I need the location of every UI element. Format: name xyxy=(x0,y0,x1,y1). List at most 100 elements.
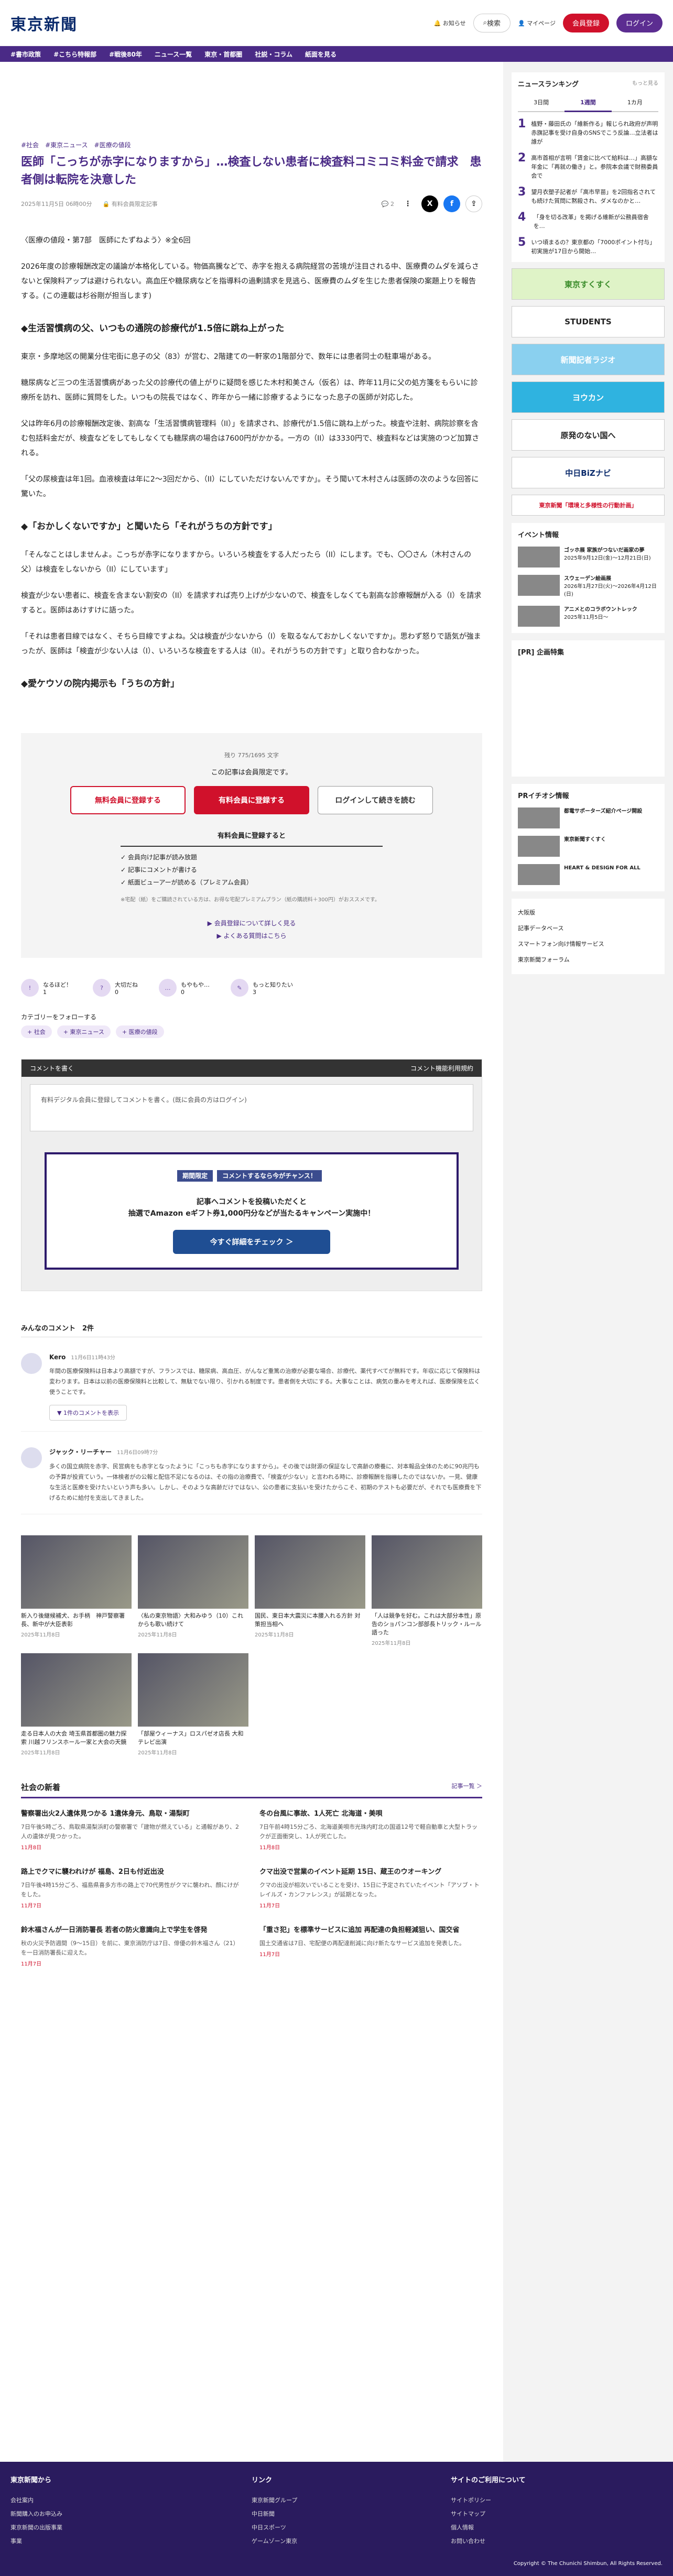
banner[interactable]: 新聞記者ラジオ xyxy=(512,344,665,375)
campaign-detail-button[interactable]: 今すぐ詳細をチェック ＞ xyxy=(173,1230,330,1254)
news-item[interactable]: 「重さ犯」を標準サービスに追加 再配達の負担軽減狙い、国交省 国土交通省は7日、宅… xyxy=(259,1925,482,1968)
reaction-button[interactable]: … もやもや… 0 xyxy=(159,979,210,997)
footer-link[interactable]: 東京新聞グループ xyxy=(252,2494,409,2507)
ranking-item[interactable]: 2 高市首相が言明「賃金に比べて給料は…」高額な年金に「再就の働き」と。参院本会議… xyxy=(518,152,658,180)
footer-link[interactable]: サイトマップ xyxy=(451,2507,526,2521)
photo-card[interactable]: 走る日本人の大会 埼玉県首都圏の魅力探索 川越フリンスホール一家と大会の天鏡 20… xyxy=(21,1653,132,1756)
footer-link[interactable]: 会社案内 xyxy=(10,2494,210,2507)
footer-link[interactable]: 新聞購入のお申込み xyxy=(10,2507,210,2521)
banner[interactable]: ヨウカン xyxy=(512,381,665,413)
nav-item[interactable]: 東京・首都圏 xyxy=(204,50,242,59)
sidebar-link[interactable]: 東京新聞フォーラム xyxy=(518,952,658,968)
paragraph: 検査が少ない患者に、検査を含まない割安の（II）を請求すれば売り上げが少ないので… xyxy=(21,592,482,615)
x-share-icon[interactable]: X xyxy=(421,195,438,212)
search-button[interactable]: ⌕ 検索 xyxy=(473,13,511,32)
paragraph: 父は昨年6月の診療報酬改定後、割高な「生活習慣病管理料（II）」を請求され、診療… xyxy=(21,420,480,457)
mypage-button[interactable]: 👤 マイページ xyxy=(518,19,556,27)
free-register-button[interactable]: 無料会員に登録する xyxy=(70,786,186,814)
footer-link[interactable]: サイトポリシー xyxy=(451,2494,526,2507)
event-item[interactable]: アニメとのコラボウントレック 2025年11月5日〜 xyxy=(518,606,658,627)
pr-item[interactable]: 都電サポーターズ紹介ページ開設 xyxy=(518,807,658,828)
nav-item[interactable]: ニュース一覧 xyxy=(155,50,192,59)
latest-news: 社会の新着 記事一覧 ＞ 警察署出火2人遺体見つかる 1遺体身元、鳥取・湯梨町 7日… xyxy=(21,1777,482,1968)
notification-button[interactable]: 🔔 お知らせ xyxy=(434,19,466,27)
news-item[interactable]: 路上でクマに襲われけが 福島、2日も付近出没 7日午後4時15分ごろ、福島県喜多方… xyxy=(21,1867,244,1909)
crumb[interactable]: #医療の値段 xyxy=(94,140,131,149)
ranking-tab[interactable]: 1カ月 xyxy=(611,94,658,112)
breadcrumb: #社会 #東京ニュース #医療の値段 xyxy=(21,140,482,149)
pr-item[interactable]: HEART & DESIGN FOR ALL xyxy=(518,864,658,885)
share-icon[interactable]: ⇪ xyxy=(465,195,482,212)
nav-item[interactable]: #書市政策 xyxy=(10,50,41,59)
footer-link[interactable]: 東京新聞の出版事業 xyxy=(10,2521,210,2535)
ranking-item[interactable]: 5 いつ頃まるの？東京都の「7000ポイント付与」初実施が17日から開始… xyxy=(518,237,658,256)
global-nav: #書市政策 #こちら特報部 #戦後80年 ニュース一覧 東京・首都圏 社説・コラ… xyxy=(0,46,673,62)
sidebar-link[interactable]: 記事データベース xyxy=(518,921,658,936)
news-item[interactable]: 鈴木福さんが一日消防署長 若者の防火意識向上で学生を啓発 秋の火災予防週間（9～1… xyxy=(21,1925,244,1968)
comment-rules-link[interactable]: コメント機能利用規約 xyxy=(410,1064,473,1073)
reaction-button[interactable]: ! なるほど！ 1 xyxy=(21,979,72,997)
subheading: ◆愛ケウソの院内掲示も「うちの方針」 xyxy=(21,679,180,689)
site-logo[interactable]: 東京新聞 xyxy=(10,12,78,35)
news-ranking: ニュースランキング もっと見る 3日間 1週間 1カ月 1 植野・藤田氏の「維新作る… xyxy=(512,72,665,262)
site-header: 東京新聞 🔔 お知らせ ⌕ 検索 👤 マイページ 会員登録 ログイン xyxy=(0,0,673,46)
login-continue-button[interactable]: ログインして続きを読む xyxy=(318,786,433,814)
banner[interactable]: 東京新聞「環境と多様性の行動計画」 xyxy=(512,495,665,516)
subheading: ◆「おかしくないですか」と聞いたら「それがうちの方針です」 xyxy=(21,521,277,532)
reaction-button[interactable]: ? 大切だね 0 xyxy=(93,979,138,997)
footer-link[interactable]: 中日スポーツ xyxy=(252,2521,409,2535)
footer-link[interactable]: お問い合わせ xyxy=(451,2535,526,2548)
photo-card[interactable]: 〈私の東京物語〉大和みゆう（10）これからも歌い続けて 2025年11月8日 xyxy=(138,1535,248,1647)
nav-item[interactable]: #こちら特報部 xyxy=(53,50,96,59)
event-item[interactable]: スウェーデン絵画展 2026年1月27日(火)～2026年4月12日(日) xyxy=(518,575,658,598)
pr-item[interactable]: 東京新聞すくすく xyxy=(518,836,658,857)
photo-card[interactable]: 新入り後継候補犬、お手柄 神戸警察署長、新中が大臣表彰 2025年11月8日 xyxy=(21,1535,132,1647)
reaction-button[interactable]: ✎ もっと知りたい 3 xyxy=(231,979,293,997)
news-item[interactable]: クマ出没で営業のイベント延期 15日、蔵王のウオーキング クマの出没が相次いでいる… xyxy=(259,1867,482,1909)
sidebar-link[interactable]: 大阪版 xyxy=(518,905,658,921)
photo-card[interactable]: 「部屋ウィーナス」ロスパゼオ店長 大和テレビ出演 2025年11月8日 xyxy=(138,1653,248,1756)
show-replies-button[interactable]: ▼ 1件のコメントを表示 xyxy=(49,1405,127,1421)
crumb[interactable]: #社会 xyxy=(21,140,39,149)
nav-item[interactable]: 紙面を見る xyxy=(305,50,336,59)
news-item[interactable]: 警察署出火2人遺体見つかる 1遺体身元、鳥取・湯梨町 7日午後5時ごろ、鳥取県湯梨… xyxy=(21,1809,244,1851)
membership-info-link[interactable]: ▶ 会員登録について詳しく見る xyxy=(21,917,482,930)
follow-tag[interactable]: + 社会 xyxy=(21,1025,52,1038)
footer-link[interactable]: 事業 xyxy=(10,2535,210,2548)
facebook-share-icon[interactable]: f xyxy=(443,195,460,212)
news-more-link[interactable]: 記事一覧 ＞ xyxy=(452,1782,483,1793)
ranking-item[interactable]: 3 望月衣塑子記者が「高市早苗」を2回指名されても続けた質問に黙殺され、ダメなのか… xyxy=(518,187,658,205)
ranking-tab[interactable]: 1週間 xyxy=(565,94,612,112)
comment-count-icon[interactable]: 💬 2 xyxy=(382,201,394,208)
ranking-item[interactable]: 4 「身を切る改革」を掲げる維新が公務員宿舎を… xyxy=(518,212,658,231)
paragraph: 「そんなことはしませんよ。こっちが赤字になりますから。いろいろ検査をする人だった… xyxy=(21,551,472,574)
paid-register-button[interactable]: 有料会員に登録する xyxy=(194,786,309,814)
nav-item[interactable]: 社説・コラム xyxy=(255,50,292,59)
footer-link[interactable]: ゲームゾーン東京 xyxy=(252,2535,409,2548)
faq-link[interactable]: ▶ よくある質問はこちら xyxy=(21,930,482,942)
banner[interactable]: STUDENTS xyxy=(512,306,665,337)
login-button[interactable]: ログイン xyxy=(616,13,663,32)
banner[interactable]: 東京すくすく xyxy=(512,268,665,300)
sidebar-link[interactable]: スマートフォン向け情報サービス xyxy=(518,936,658,952)
benefits-list: 有料会員に登録すると ✓ 会員向け記事が読み放題 ✓ 記事にコメントが書ける ✓… xyxy=(121,830,383,907)
photo-card[interactable]: 「人は競争を好む。これは大部分本性」原告のショパンコン部部長トリック・ルール語っ… xyxy=(372,1535,482,1647)
news-item[interactable]: 冬の台風に事故、1人死亡 北海道・美唄 7日午前4時15分ごろ、北海道美唄市光珠内… xyxy=(259,1809,482,1851)
footer-link[interactable]: 個人情報 xyxy=(451,2521,526,2535)
follow-tag[interactable]: + 医療の値段 xyxy=(115,1025,164,1038)
event-item[interactable]: ゴッホ展 家族がつないだ画家の夢 2025年9月12日(金)～12月21日(日) xyxy=(518,547,658,567)
comment-campaign: 期間限定 コメントするなら今がチャンス！ 記事へコメントを投稿いただくと 抽選でAm… xyxy=(45,1152,459,1270)
ranking-tab[interactable]: 3日間 xyxy=(518,94,565,112)
ranking-more-link[interactable]: もっと見る xyxy=(632,79,658,89)
banner[interactable]: 中日BiZナビ xyxy=(512,457,665,488)
footer-link[interactable]: 中日新聞 xyxy=(252,2507,409,2521)
banner[interactable]: 原発のない国へ xyxy=(512,419,665,451)
crumb[interactable]: #東京ニュース xyxy=(45,140,88,149)
ranking-item[interactable]: 1 植野・藤田氏の「維新作る」報じられ政府が声明 赤旗記事を受け自身のSNSでこう… xyxy=(518,118,658,146)
comment-input[interactable]: 有料デジタル会員に登録してコメントを書く。(既に会員の方はログイン) xyxy=(30,1084,473,1131)
photo-card[interactable]: 国民、東日本大震災に本腰入れる方針 対策担当相へ 2025年11月8日 xyxy=(255,1535,365,1647)
follow-tag[interactable]: + 東京ニュース xyxy=(57,1025,111,1038)
nav-item[interactable]: #戦後80年 xyxy=(109,50,142,59)
bookmark-icon[interactable]: ⋮ xyxy=(399,195,416,212)
register-button[interactable]: 会員登録 xyxy=(562,13,609,32)
